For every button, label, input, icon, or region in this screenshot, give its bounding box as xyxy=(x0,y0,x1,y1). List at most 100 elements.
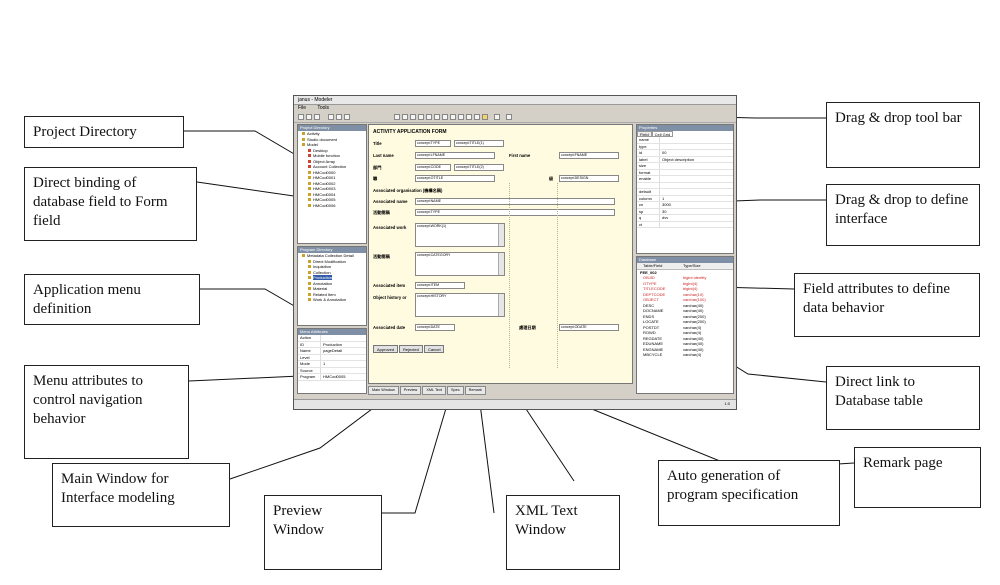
save-icon[interactable] xyxy=(314,114,320,120)
field-assoc-name[interactable]: concept:NAME xyxy=(415,198,615,205)
cancel-button[interactable]: Cancel xyxy=(424,345,445,353)
radio-tool-icon[interactable] xyxy=(442,114,448,120)
property-row[interactable]: ct xyxy=(637,221,733,228)
callout-menu-attrs: Menu attributes to control navigation be… xyxy=(24,365,189,459)
open-icon[interactable] xyxy=(306,114,312,120)
field-grade[interactable]: concept:DESIGN xyxy=(559,175,619,182)
program-directory-pane: Program Directory Metadata Collection De… xyxy=(297,246,367,326)
line-tool-icon[interactable] xyxy=(466,114,472,120)
new-icon[interactable] xyxy=(298,114,304,120)
tab-main-window[interactable]: Main Window xyxy=(368,386,399,395)
menu-tree-label: Metadata Collection Detail xyxy=(307,253,354,258)
menu-attribute-key: ID xyxy=(298,341,321,347)
field-title-type[interactable]: concept:TYPE xyxy=(415,140,451,147)
property-value: 3000 xyxy=(662,202,671,207)
folder-tool-icon[interactable] xyxy=(482,114,488,120)
property-key: size xyxy=(637,163,660,169)
help-icon[interactable] xyxy=(506,114,512,120)
callout-field-attrs: Field attributes to define data behavior xyxy=(794,273,980,337)
textarea-assoc-work[interactable]: concept:WORK(1) xyxy=(415,223,505,247)
cut-icon[interactable] xyxy=(328,114,334,120)
checkbox-tool-icon[interactable] xyxy=(434,114,440,120)
property-value: 1 xyxy=(662,195,665,201)
field-dept-title[interactable]: concept:TITLE(2) xyxy=(454,164,504,171)
textbox-tool-icon[interactable] xyxy=(402,114,408,120)
image-tool-icon[interactable] xyxy=(458,114,464,120)
label-assoc-work: Associated work xyxy=(373,225,407,230)
property-key xyxy=(637,182,660,188)
menu-tree-item[interactable]: Work & Annotation xyxy=(298,297,366,303)
rejected-button[interactable]: Rejected xyxy=(399,345,423,353)
field-assoc-date[interactable]: concept:DATE xyxy=(415,324,455,331)
menu-attribute-key: Mode xyxy=(298,361,321,367)
callout-main-window: Main Window for Interface modeling xyxy=(52,463,230,527)
frame-tool-icon[interactable] xyxy=(474,114,480,120)
tab-spec[interactable]: Spec xyxy=(446,386,464,395)
connector-menu-attrs xyxy=(188,375,301,382)
callout-field-attrs-text: Field attributes to define data behavior xyxy=(803,281,951,316)
field-handler-date[interactable]: concept:ODATE xyxy=(559,324,619,331)
combo-tool-icon[interactable] xyxy=(410,114,416,120)
field-first-name[interactable]: concept:FNAME xyxy=(559,152,619,159)
field-position[interactable]: concept:OTITLE xyxy=(415,175,495,182)
copy-icon[interactable] xyxy=(336,114,342,120)
folder-icon xyxy=(308,198,311,201)
project-tree-label: Model xyxy=(307,142,318,147)
callout-direct-binding-text: Direct binding of database field to Form… xyxy=(33,175,168,229)
tab-xml-text[interactable]: XML Text xyxy=(422,386,446,395)
menu-tree: Metadata Collection Detail Direct Modific… xyxy=(298,253,366,303)
database-pane: Database Table/Field Type/Size FEE_002 O… xyxy=(636,256,734,394)
field-assoc-item[interactable]: concept:ITEM xyxy=(415,282,465,289)
callout-dnd-toolbar: Drag & drop tool bar xyxy=(826,102,980,168)
project-tree-label: HMCod0006 xyxy=(313,202,336,208)
menu-node-icon xyxy=(308,276,311,279)
properties-list: name type id 00 label Object description size f… xyxy=(637,137,733,228)
textarea-object-history[interactable]: concept:HISTORY xyxy=(415,293,505,317)
menu-file[interactable]: File xyxy=(298,105,306,111)
menu-attributes-list: Action ID Production Name pageDetail Level Mod… xyxy=(298,335,366,381)
menu-node-icon xyxy=(308,270,311,274)
menu-bar: File Tools xyxy=(294,105,736,112)
folder-icon xyxy=(308,170,311,174)
field-dept-code[interactable]: concept:CODE xyxy=(415,164,451,171)
menu-tools[interactable]: Tools xyxy=(317,105,329,111)
property-value: dvv xyxy=(662,215,669,220)
label-tool-icon[interactable] xyxy=(394,114,400,120)
menu-tree-label: Related Item xyxy=(313,291,336,297)
callout-dnd-interface: Drag & drop to define interface xyxy=(826,184,980,246)
window-title: janus - Modeler xyxy=(298,97,333,103)
property-value xyxy=(660,144,662,150)
paste-icon[interactable] xyxy=(344,114,350,120)
folder-icon xyxy=(308,203,311,207)
approved-button[interactable]: Approved xyxy=(373,345,399,353)
grid-guide-1 xyxy=(509,183,510,368)
folder-icon xyxy=(308,192,311,196)
label-position: 職 xyxy=(373,176,378,181)
menu-attribute-value: 1 xyxy=(323,361,326,366)
project-tree-label: HMCod0002 xyxy=(313,180,336,186)
menu-attribute-row[interactable]: Program HMCod0005 xyxy=(298,374,366,381)
project-tree: Activity Studio document Model Desktop Mobil… xyxy=(298,131,366,208)
field-activity-short[interactable]: concept:TYPE xyxy=(415,209,615,216)
textarea-tool-icon[interactable] xyxy=(418,114,424,120)
align-tool-icon[interactable] xyxy=(494,114,500,120)
main-form-canvas[interactable]: ACTIVITY APPLICATION FORM Title concept:… xyxy=(368,124,633,384)
grid-tool-icon[interactable] xyxy=(450,114,456,120)
database-field-row[interactable]: MBCYCLE varchar(4) xyxy=(637,352,733,358)
label-department: 部門 xyxy=(373,165,382,170)
property-key: column xyxy=(637,195,660,201)
button-tool-icon[interactable] xyxy=(426,114,432,120)
callout-preview-window-text: Preview Window xyxy=(273,503,325,538)
menu-node-icon xyxy=(308,259,311,263)
tab-remark[interactable]: Remark xyxy=(464,386,486,395)
menu-node-icon xyxy=(308,281,311,285)
field-title-text[interactable]: concept:TITLE(1) xyxy=(454,140,504,147)
field-last-name[interactable]: concept:LFNAME xyxy=(415,152,495,159)
project-directory-pane: Project Directory Activity Studio documen… xyxy=(297,124,367,244)
project-tree-item[interactable]: HMCod0006 xyxy=(298,203,366,209)
bottom-tab-strip: Main Window Preview XML Text Spec Remark xyxy=(368,386,487,395)
textarea-activity[interactable]: concept:CATEGORY xyxy=(415,252,505,276)
tab-preview[interactable]: Preview xyxy=(399,386,422,395)
folder-icon xyxy=(302,137,305,141)
modeler-window: janus - Modeler _ □ × File Tools Proje xyxy=(293,95,737,410)
